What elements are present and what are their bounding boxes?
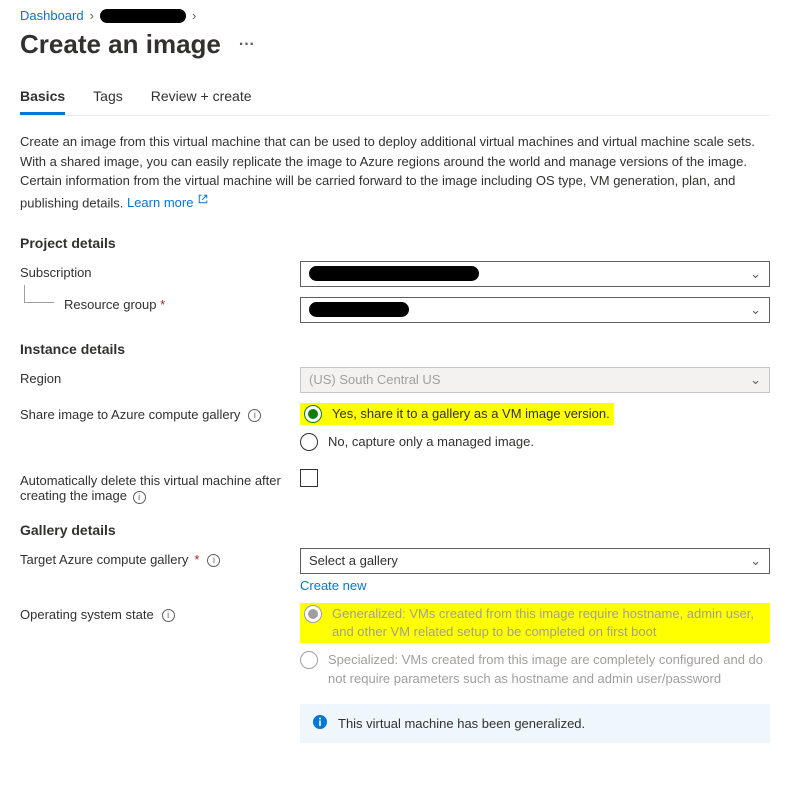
field-auto-delete: Automatically delete this virtual machin… [20,469,770,504]
radio-share-no[interactable] [300,433,318,451]
learn-more-label: Learn more [127,195,193,210]
field-resource-group: Resource group * ⌄ [20,297,770,323]
tab-basics[interactable]: Basics [20,88,65,115]
auto-delete-checkbox[interactable] [300,469,318,487]
chevron-down-icon: ⌄ [750,266,761,282]
resource-group-label: Resource group [64,297,157,312]
os-state-label: Operating system state [20,607,154,622]
radio-os-specialized [300,651,318,669]
section-project-details: Project details [20,235,770,251]
create-new-gallery-link[interactable]: Create new [300,578,366,593]
field-subscription: Subscription ⌄ [20,261,770,287]
region-label: Region [20,367,300,386]
resource-group-value-redacted [309,302,409,317]
radio-os-specialized-label: Specialized: VMs created from this image… [328,651,770,687]
auto-delete-label: Automatically delete this virtual machin… [20,473,281,503]
field-region: Region (US) South Central US ⌄ [20,367,770,393]
os-generalized-row: Generalized: VMs created from this image… [300,603,770,643]
info-icon[interactable]: i [162,609,175,622]
subscription-label: Subscription [20,261,300,280]
field-target-gallery: Target Azure compute gallery * i Select … [20,548,770,593]
share-gallery-label: Share image to Azure compute gallery [20,407,240,422]
subscription-dropdown[interactable]: ⌄ [300,261,770,287]
info-icon[interactable]: i [207,554,220,567]
chevron-right-icon: › [192,8,196,23]
field-share-gallery: Share image to Azure compute gallery i Y… [20,403,770,459]
target-gallery-dropdown[interactable]: Select a gallery ⌄ [300,548,770,574]
chevron-right-icon: › [90,8,94,23]
share-yes-row: Yes, share it to a gallery as a VM image… [300,403,614,425]
required-indicator: * [160,297,165,312]
region-value: (US) South Central US [309,372,441,387]
tabs: Basics Tags Review + create [20,88,770,116]
chevron-down-icon: ⌄ [750,302,761,318]
tab-tags[interactable]: Tags [93,88,123,115]
radio-os-generalized-label: Generalized: VMs created from this image… [332,605,766,641]
subscription-value-redacted [309,266,479,281]
tree-connector-icon [24,285,54,303]
more-actions-button[interactable]: ··· [235,34,259,56]
info-icon [312,714,328,733]
chevron-down-icon: ⌄ [750,372,761,388]
external-link-icon [197,191,209,211]
radio-share-no-label: No, capture only a managed image. [328,433,534,451]
page-title: Create an image [20,29,221,60]
intro-text: Create an image from this virtual machin… [20,132,770,213]
radio-os-generalized [304,605,322,623]
page-title-row: Create an image ··· [20,29,770,60]
info-icon[interactable]: i [133,491,146,504]
breadcrumb: Dashboard › › [20,8,770,23]
breadcrumb-resource-redacted[interactable] [100,9,186,23]
radio-share-yes[interactable] [304,405,322,423]
share-no-row: No, capture only a managed image. [300,433,770,451]
os-specialized-row: Specialized: VMs created from this image… [300,651,770,687]
resource-group-dropdown[interactable]: ⌄ [300,297,770,323]
breadcrumb-dashboard[interactable]: Dashboard [20,8,84,23]
region-dropdown: (US) South Central US ⌄ [300,367,770,393]
chevron-down-icon: ⌄ [750,553,761,569]
learn-more-link[interactable]: Learn more [127,195,209,210]
radio-share-yes-label: Yes, share it to a gallery as a VM image… [332,405,610,423]
section-instance-details: Instance details [20,341,770,357]
target-gallery-label: Target Azure compute gallery [20,552,188,567]
section-gallery-details: Gallery details [20,522,770,538]
info-icon[interactable]: i [248,409,261,422]
required-indicator: * [194,552,199,567]
info-banner-text: This virtual machine has been generalize… [338,716,585,731]
target-gallery-placeholder: Select a gallery [309,553,398,568]
info-banner: This virtual machine has been generalize… [300,704,770,743]
tab-review-create[interactable]: Review + create [151,88,252,115]
field-os-state: Operating system state i Generalized: VM… [20,603,770,743]
